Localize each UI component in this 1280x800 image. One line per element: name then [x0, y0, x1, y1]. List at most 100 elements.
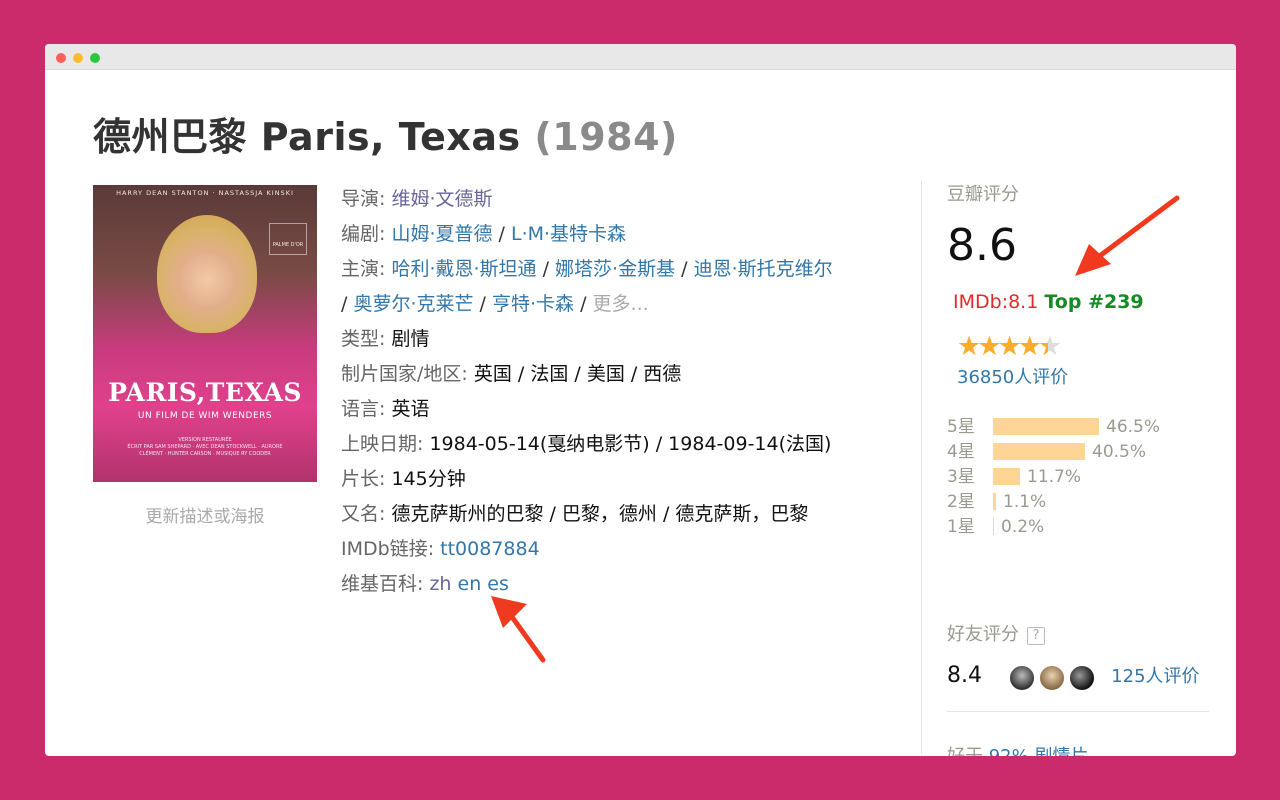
info-row-cast-cont: / 奥萝尔·克莱芒 / 亨特·卡森 / 更多...	[341, 287, 901, 322]
separator: /	[498, 223, 505, 245]
friends-heading: 好友评分?	[947, 620, 1209, 646]
friends-score: 8.4	[947, 663, 982, 688]
rating-breakdown: 5星 46.5% 4星 40.5% 3星 11.7% 2星 1.1% 1星 0.2%	[947, 415, 1209, 540]
rating-bar-fill	[993, 443, 1085, 460]
language-label: 语言:	[341, 398, 386, 420]
rating-bar-label: 2星	[947, 492, 975, 512]
help-icon[interactable]: ?	[1027, 627, 1045, 645]
friend-avatar[interactable]	[1038, 663, 1067, 692]
rating-votes-link[interactable]: 36850人评价	[957, 363, 1209, 389]
runtime-value: 145分钟	[391, 468, 466, 490]
info-row-imdb: IMDb链接: tt0087884	[341, 532, 901, 567]
aka-label: 又名:	[341, 503, 386, 525]
runtime-label: 片长:	[341, 468, 386, 490]
cast-label: 主演:	[341, 258, 386, 280]
writer-link[interactable]: 山姆·夏普德	[391, 223, 492, 245]
info-row-country: 制片国家/地区: 英国 / 法国 / 美国 / 西德	[341, 357, 901, 392]
cast-link[interactable]: 哈利·戴恩·斯坦通	[391, 258, 536, 280]
imdb-label: IMDb链接:	[341, 538, 435, 560]
cast-link[interactable]: 娜塔莎·金斯基	[555, 258, 675, 280]
info-row-aka: 又名: 德克萨斯州的巴黎 / 巴黎，德州 / 德克萨斯，巴黎	[341, 497, 901, 532]
country-value: 英国 / 法国 / 美国 / 西德	[473, 363, 682, 385]
friend-avatar[interactable]	[1008, 663, 1037, 692]
separator: /	[479, 293, 486, 315]
rating-bar-percent: 11.7%	[1027, 467, 1082, 487]
rating-bar-fill	[993, 468, 1020, 485]
section-divider	[947, 711, 1209, 712]
rating-bar-percent: 40.5%	[1092, 442, 1147, 462]
wiki-link-en[interactable]: en	[458, 573, 482, 595]
info-row-release: 上映日期: 1984-05-14(戛纳电影节) / 1984-09-14(法国)	[341, 427, 901, 462]
info-row-writer: 编剧: 山姆·夏普德 / L·M·基特卡森	[341, 217, 901, 252]
poster-tag: VERSION RESTAURÉE	[178, 437, 232, 443]
close-window-button[interactable]	[56, 53, 66, 63]
poster-award: PALME D'OR	[269, 223, 307, 255]
rating-bar-fill	[993, 493, 996, 510]
wiki-label: 维基百科:	[341, 573, 424, 595]
annotation-arrow-icon	[491, 596, 546, 663]
friends-rating-panel: 好友评分? 8.4 125人评价	[947, 620, 1209, 692]
update-description-link[interactable]: 更新描述或海报	[93, 502, 317, 527]
writer-link[interactable]: L·M·基特卡森	[511, 223, 626, 245]
rating-bar-row: 3星 11.7%	[947, 465, 1209, 490]
friend-avatar[interactable]	[1068, 663, 1097, 692]
country-label: 制片国家/地区:	[341, 363, 468, 385]
cast-more-link[interactable]: 更多...	[593, 293, 649, 315]
rating-bar-fill	[993, 418, 1099, 435]
poster-portrait	[157, 215, 257, 333]
poster-credits: VERSION RESTAURÉE ÉCRIT PAR SAM SHEPARD …	[115, 437, 295, 467]
rating-bar-row: 1星 0.2%	[947, 515, 1209, 540]
info-row-language: 语言: 英语	[341, 392, 901, 427]
movie-year: (1984)	[534, 115, 678, 159]
minimize-window-button[interactable]	[73, 53, 83, 63]
friends-rating-line: 8.4 125人评价	[947, 660, 1209, 692]
info-row-wiki: 维基百科: zh en es	[341, 567, 901, 602]
info-row-runtime: 片长: 145分钟	[341, 462, 901, 497]
wiki-link-zh[interactable]: zh	[429, 573, 451, 595]
maximize-window-button[interactable]	[90, 53, 100, 63]
better-than-prefix: 好于	[947, 746, 983, 756]
rating-bar-label: 3星	[947, 467, 975, 487]
separator: /	[542, 258, 549, 280]
better-than-link[interactable]: 92% 剧情片	[989, 746, 1089, 756]
imdb-score: IMDb:8.1	[953, 291, 1039, 313]
star-icon: ★	[977, 331, 1001, 362]
release-label: 上映日期:	[341, 433, 424, 455]
star-icon: ★	[957, 331, 981, 362]
language-value: 英语	[391, 398, 430, 420]
info-row-director: 导演: 维姆·文德斯	[341, 182, 901, 217]
star-icon: ★	[1017, 331, 1042, 362]
director-link[interactable]: 维姆·文德斯	[391, 188, 492, 210]
star-rating: ★★★★★	[957, 331, 1209, 362]
separator: /	[580, 293, 587, 315]
poster-actors: HARRY DEAN STANTON · NASTASSJA KINSKI	[116, 189, 294, 197]
rating-bar-fill	[993, 518, 994, 535]
info-row-genre: 类型: 剧情	[341, 322, 901, 357]
rating-bar-label: 1星	[947, 517, 975, 537]
separator: /	[681, 258, 688, 280]
rating-bar-row: 5星 46.5%	[947, 415, 1209, 440]
half-star-icon: ★	[1038, 331, 1062, 362]
window-titlebar	[45, 44, 1236, 70]
friends-heading-label: 好友评分	[947, 624, 1019, 645]
star-icon: ★	[997, 331, 1021, 362]
imdb-top-rank: Top #239	[1044, 291, 1144, 313]
genre-value: 剧情	[391, 328, 430, 350]
rating-bar-percent: 46.5%	[1106, 417, 1161, 437]
movie-poster[interactable]: HARRY DEAN STANTON · NASTASSJA KINSKI PA…	[93, 185, 317, 482]
imdb-rating: IMDb:8.1 Top #239	[953, 291, 1209, 313]
cast-link[interactable]: 亨特·卡森	[492, 293, 574, 315]
friends-votes-link[interactable]: 125人评价	[1111, 666, 1199, 687]
page-title: 德州巴黎 Paris, Texas (1984)	[93, 106, 678, 161]
poster-title: PARIS,TEXAS	[108, 378, 302, 407]
annotation-arrow-icon	[1075, 195, 1180, 276]
poster-subtitle: UN FILM DE WIM WENDERS	[137, 411, 273, 421]
rating-bar-row: 2星 1.1%	[947, 490, 1209, 515]
rating-bar-row: 4星 40.5%	[947, 440, 1209, 465]
cast-link[interactable]: 奥萝尔·克莱芒	[353, 293, 473, 315]
imdb-link[interactable]: tt0087884	[440, 538, 540, 560]
movie-title: 德州巴黎 Paris, Texas	[93, 115, 521, 159]
cast-link[interactable]: 迪恩·斯托克维尔	[694, 258, 833, 280]
column-divider	[921, 181, 922, 754]
browser-window: 德州巴黎 Paris, Texas (1984) HARRY DEAN STAN…	[45, 44, 1236, 756]
